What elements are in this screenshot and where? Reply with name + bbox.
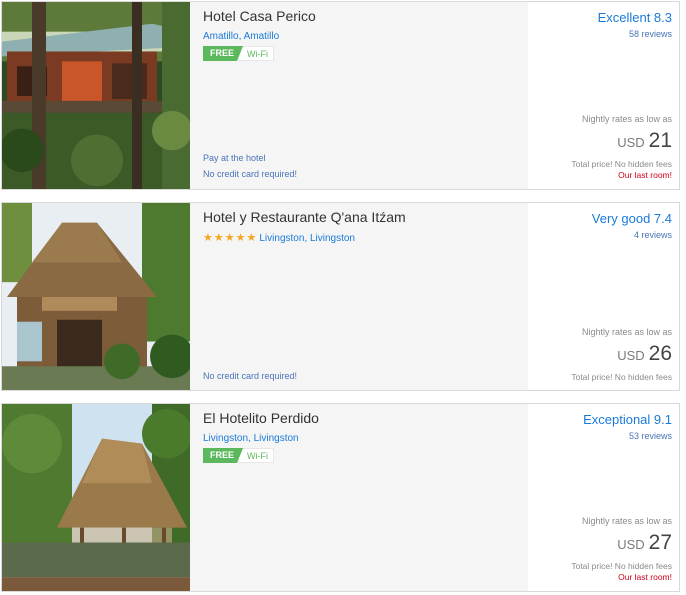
last-room-alert: Our last room!: [618, 572, 672, 582]
star-icon: ★: [246, 232, 257, 244]
nightly-price: USD 21: [617, 129, 672, 153]
wifi-label: Wi-Fi: [239, 448, 275, 463]
free-wifi-badge: FREE Wi-Fi: [203, 448, 275, 463]
nightly-price: USD 27: [617, 531, 672, 555]
rating-score[interactable]: Excellent 8.3: [598, 10, 672, 25]
hotel-name-link[interactable]: Hotel Casa Perico: [203, 8, 316, 24]
hotel-photo[interactable]: [2, 203, 190, 390]
currency-code: USD: [617, 348, 645, 363]
reviews-count-link[interactable]: 58 reviews: [629, 29, 672, 39]
reviews-count-link[interactable]: 4 reviews: [634, 230, 672, 240]
hotel-card[interactable]: Hotel y Restaurante Q'ana Itźam ★ ★ ★ ★ …: [1, 202, 680, 391]
location-link[interactable]: Amatillo, Amatillo: [203, 31, 279, 42]
rating-score[interactable]: Exceptional 9.1: [583, 412, 672, 427]
nightly-price: USD 26: [617, 342, 672, 366]
star-icon: ★: [224, 232, 235, 244]
price-value: 21: [648, 129, 672, 152]
star-icon: ★: [213, 232, 224, 244]
hotel-card[interactable]: Hotel Casa Perico Amatillo, Amatillo FRE…: [1, 1, 680, 190]
location-link[interactable]: Livingston, Livingston: [259, 233, 355, 244]
hotel-photo[interactable]: [2, 404, 190, 591]
reviews-count-link[interactable]: 53 reviews: [629, 431, 672, 441]
hotel-name-link[interactable]: El Hotelito Perdido: [203, 410, 319, 426]
price-value: 26: [648, 342, 672, 365]
hotel-info: Hotel Casa Perico Amatillo, Amatillo FRE…: [190, 2, 528, 189]
price-value: 27: [648, 531, 672, 554]
star-rating: ★ ★ ★ ★ ★ Livingston, Livingston: [203, 232, 355, 244]
rating-score[interactable]: Very good 7.4: [592, 211, 672, 226]
price-panel[interactable]: Very good 7.4 4 reviews Nightly rates as…: [528, 203, 679, 390]
hotel-info: Hotel y Restaurante Q'ana Itźam ★ ★ ★ ★ …: [190, 203, 528, 390]
star-icon: ★: [203, 232, 213, 244]
hotel-name-link[interactable]: Hotel y Restaurante Q'ana Itźam: [203, 209, 406, 225]
wifi-free-label: FREE: [203, 46, 244, 61]
hotel-card[interactable]: El Hotelito Perdido Livingston, Livingst…: [1, 403, 680, 592]
star-icon: ★: [235, 232, 246, 244]
total-price-note: Total price! No hidden fees: [571, 561, 672, 571]
currency-code: USD: [617, 135, 645, 150]
price-panel[interactable]: Exceptional 9.1 53 reviews Nightly rates…: [528, 404, 679, 591]
no-credit-card-note: No credit card required!: [203, 169, 298, 179]
wifi-free-label: FREE: [203, 448, 244, 463]
nightly-rate-label: Nightly rates as low as: [581, 327, 672, 337]
nightly-rate-label: Nightly rates as low as: [581, 516, 672, 526]
total-price-note: Total price! No hidden fees: [571, 372, 672, 382]
last-room-alert: Our last room!: [618, 170, 672, 180]
hotel-photo[interactable]: [2, 2, 190, 189]
wifi-label: Wi-Fi: [239, 46, 275, 61]
hotel-info: El Hotelito Perdido Livingston, Livingst…: [190, 404, 528, 591]
location-link[interactable]: Livingston, Livingston: [203, 433, 299, 444]
nightly-rate-label: Nightly rates as low as: [581, 114, 672, 124]
no-credit-card-note: No credit card required!: [203, 371, 298, 381]
free-wifi-badge: FREE Wi-Fi: [203, 46, 275, 61]
pay-at-hotel-note: Pay at the hotel: [203, 153, 266, 163]
price-panel[interactable]: Excellent 8.3 58 reviews Nightly rates a…: [528, 2, 679, 189]
total-price-note: Total price! No hidden fees: [571, 159, 672, 169]
currency-code: USD: [617, 537, 645, 552]
